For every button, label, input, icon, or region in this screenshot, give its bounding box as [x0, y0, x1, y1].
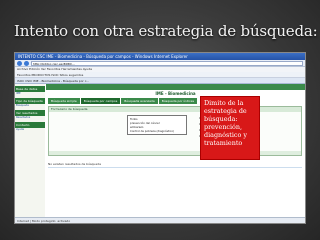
sidebar-item[interactable]: IME — [15, 92, 45, 96]
form-header: Formulario de búsqueda — [49, 107, 301, 112]
search-form: Formulario de búsqueda Todos prevención … — [48, 106, 302, 156]
status-bar: Internet | Modo protegido: activado — [15, 217, 305, 223]
app-name: IME - Biomedicina — [155, 91, 196, 96]
web-page: Base de datos IME Tipo de búsqueda Búsqu… — [15, 84, 305, 217]
tab-advanced[interactable]: Búsqueda avanzada — [121, 98, 158, 104]
option[interactable]: Control de pobreza (diagnóstico) — [130, 129, 184, 133]
address-field[interactable]: http://bddoc.csic.es:8080/... — [31, 60, 303, 66]
tab-fields[interactable]: Búsqueda por campos — [80, 98, 121, 104]
form-footer — [49, 151, 301, 155]
options-list[interactable]: Todos prevención del cáncer embarazo Con… — [127, 115, 187, 135]
sidebar: Base de datos IME Tipo de búsqueda Búsqu… — [15, 84, 45, 217]
sidebar-item[interactable]: Ayuda — [15, 128, 45, 132]
slide-title: Intento con otra estrategia de búsqueda: — [14, 22, 318, 40]
tab-simple[interactable]: Búsqueda simple — [48, 98, 80, 104]
browser-screenshot: INTENTO CSC IME - Biomedicina - Búsqueda… — [14, 52, 306, 224]
window-title: INTENTO CSC IME - Biomedicina - Búsqueda… — [15, 53, 305, 60]
callout-box: Dimito de la estrategia de búsqueda: pre… — [200, 96, 260, 160]
sidebar-item[interactable]: Resultados — [15, 116, 45, 120]
back-icon[interactable] — [17, 60, 22, 66]
main-content: IME - Biomedicina Búsqueda simple Búsque… — [46, 84, 305, 217]
forward-icon[interactable] — [24, 60, 29, 66]
slide: Intento con otra estrategia de búsqueda:… — [0, 0, 320, 240]
tab-indexes[interactable]: Búsqueda por índices — [158, 98, 198, 104]
search-tabs: Búsqueda simple Búsqueda por campos Búsq… — [46, 98, 305, 104]
address-bar-row: http://bddoc.csic.es:8080/... — [15, 60, 305, 67]
sidebar-item[interactable]: Búsqueda — [15, 104, 45, 108]
results-message: No existen resultados de búsqueda — [48, 160, 302, 168]
